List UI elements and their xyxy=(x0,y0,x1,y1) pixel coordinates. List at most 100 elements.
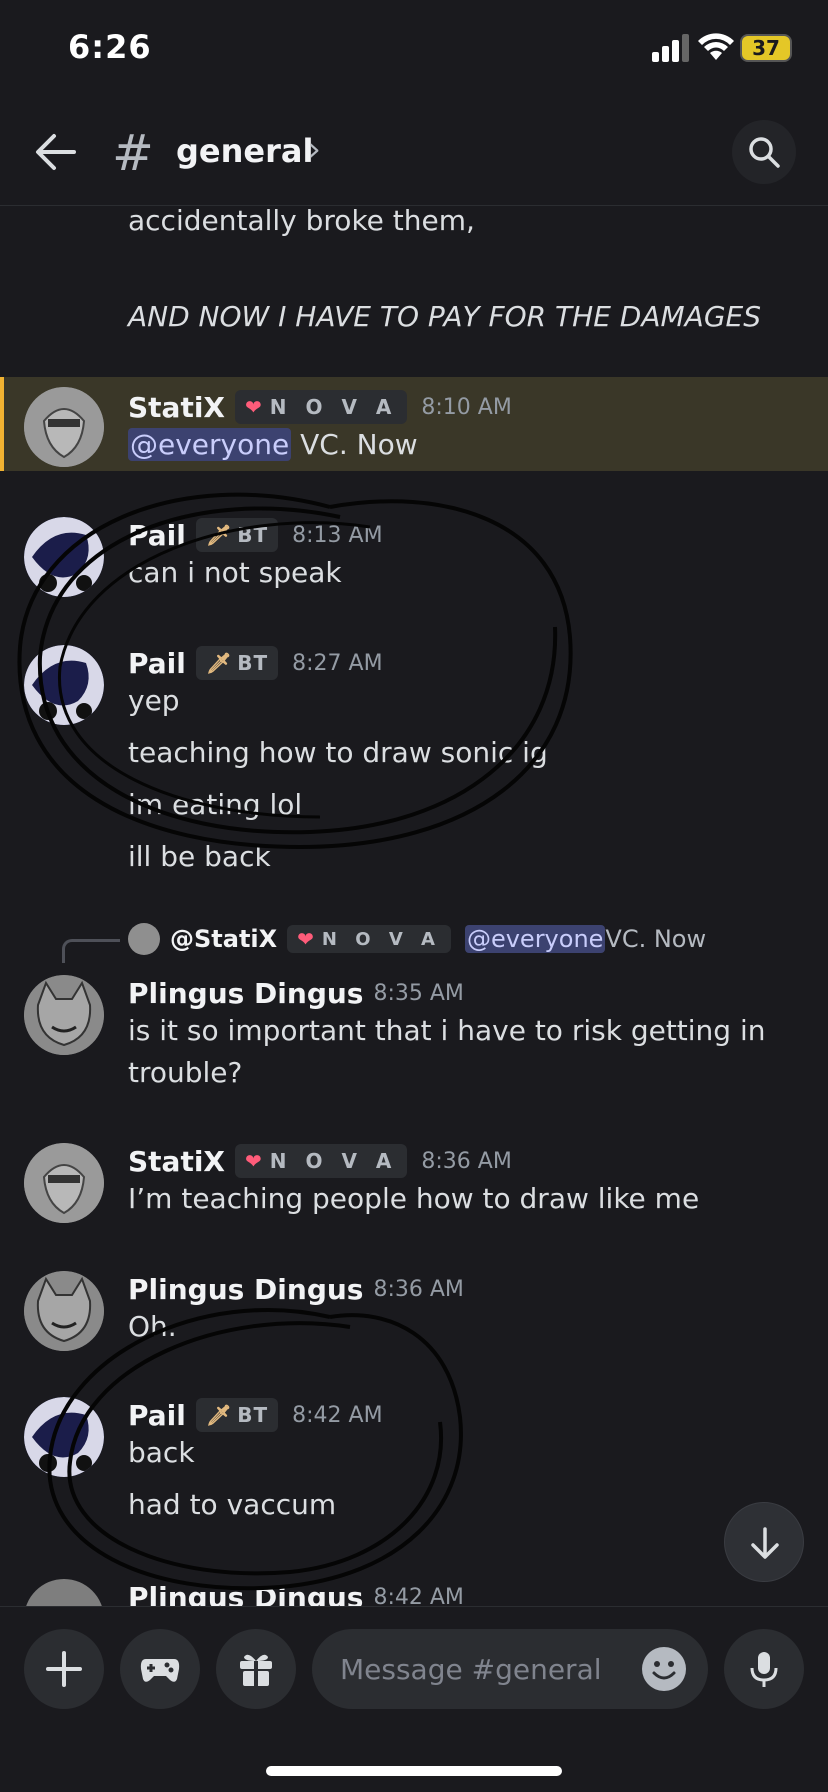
message-text: had to vaccum xyxy=(128,1488,337,1521)
author-name[interactable]: Pail xyxy=(128,519,186,552)
sword-icon: 🗡 xyxy=(205,523,232,547)
message-text: can i not speak xyxy=(128,556,342,589)
role-badge: 🗡 BT xyxy=(195,518,279,552)
heart-icon: ❤ xyxy=(245,395,262,419)
heart-icon: ❤ xyxy=(245,1149,262,1173)
message-text: teaching how to draw sonic ig xyxy=(128,736,548,769)
message-input-container[interactable] xyxy=(312,1629,708,1709)
avatar[interactable] xyxy=(24,1143,104,1223)
channel-hash-icon: # xyxy=(112,124,154,182)
message-timestamp: 8:36 AM xyxy=(421,1148,512,1174)
avatar-drawing-icon xyxy=(24,645,104,725)
badge-label: BT xyxy=(237,1403,269,1427)
avatar-drawing-icon xyxy=(24,975,104,1055)
message-text: AND NOW I HAVE TO PAY FOR THE DAMAGES xyxy=(128,300,761,333)
message-header: Pail 🗡 BT 8:13 AM xyxy=(128,515,383,555)
battery-level: 37 xyxy=(752,36,780,60)
gift-icon xyxy=(240,1654,272,1686)
voice-message-button[interactable] xyxy=(724,1629,804,1709)
message-header: Plingus Dingus 8:35 AM xyxy=(128,973,464,1013)
jump-to-latest-button[interactable] xyxy=(724,1502,804,1582)
author-name[interactable]: Pail xyxy=(128,647,186,680)
avatar[interactable] xyxy=(24,517,104,597)
message-text: ill be back xyxy=(128,840,271,873)
home-indicator[interactable] xyxy=(266,1766,562,1776)
reply-connector xyxy=(62,939,120,963)
role-badge: ❤ N O V A xyxy=(235,390,408,424)
badge-label: N O V A xyxy=(269,1149,398,1173)
author-name[interactable]: Pail xyxy=(128,1399,186,1432)
avatar[interactable] xyxy=(24,1271,104,1351)
avatar-drawing-icon xyxy=(24,517,104,597)
author-name[interactable]: StatiX xyxy=(128,391,225,424)
avatar[interactable] xyxy=(24,1397,104,1477)
avatar-drawing-icon xyxy=(24,1271,104,1351)
message-header: Plingus Dingus 8:42 AM xyxy=(128,1577,464,1608)
message-input[interactable] xyxy=(340,1645,630,1693)
author-name[interactable]: Plingus Dingus xyxy=(128,1581,363,1608)
message-body: VC. Now xyxy=(291,428,418,461)
avatar[interactable] xyxy=(24,1579,104,1607)
message-text: trouble? xyxy=(128,1056,243,1089)
mention-everyone[interactable]: @everyone xyxy=(128,428,292,461)
emoji-button[interactable] xyxy=(642,1647,686,1691)
message-timestamp: 8:42 AM xyxy=(292,1402,383,1428)
message-timestamp: 8:13 AM xyxy=(292,522,383,548)
badge-label: N O V A xyxy=(321,928,441,950)
back-arrow-icon[interactable] xyxy=(34,130,78,174)
message-timestamp: 8:35 AM xyxy=(373,980,464,1006)
message-text: yep xyxy=(128,684,180,717)
avatar-drawing-icon xyxy=(24,1143,104,1223)
avatar[interactable] xyxy=(24,387,104,467)
author-name[interactable]: Plingus Dingus xyxy=(128,1273,363,1306)
message-text: I’m teaching people how to draw like me xyxy=(128,1182,700,1215)
message-text: im eating lol xyxy=(128,788,303,821)
avatar-drawing-icon xyxy=(24,387,104,467)
message-header: StatiX ❤ N O V A 8:36 AM xyxy=(128,1141,512,1181)
activities-button[interactable] xyxy=(120,1629,200,1709)
role-badge: 🗡 BT xyxy=(195,646,279,680)
sword-icon: 🗡 xyxy=(205,1403,232,1427)
status-time: 6:26 xyxy=(68,28,152,66)
avatar-drawing-icon xyxy=(24,1397,104,1477)
message-header: Pail 🗡 BT 8:27 AM xyxy=(128,643,383,683)
message-timestamp: 8:36 AM xyxy=(373,1276,464,1302)
chevron-right-icon[interactable]: › xyxy=(308,130,321,168)
gift-button[interactable] xyxy=(216,1629,296,1709)
reply-avatar xyxy=(128,923,160,955)
message-timestamp: 8:10 AM xyxy=(421,394,512,420)
avatar[interactable] xyxy=(24,645,104,725)
role-badge: 🗡 BT xyxy=(195,1398,279,1432)
sword-icon: 🗡 xyxy=(205,651,232,675)
message-timestamp: 8:27 AM xyxy=(292,650,383,676)
reply-reference[interactable]: @StatiX ❤ N O V A @everyone VC. Now xyxy=(128,921,706,957)
message-text: @everyone VC. Now xyxy=(128,425,418,465)
add-attachment-button[interactable] xyxy=(24,1629,104,1709)
message-timestamp: 8:42 AM xyxy=(373,1584,464,1608)
smiley-icon xyxy=(652,1661,676,1680)
message-text: accidentally broke them, xyxy=(128,207,475,237)
message-header: Pail 🗡 BT 8:42 AM xyxy=(128,1395,383,1435)
microphone-icon xyxy=(750,1652,778,1687)
channel-header: # general › xyxy=(0,100,828,206)
author-name[interactable]: StatiX xyxy=(128,1145,225,1178)
mention-everyone: @everyone xyxy=(464,925,606,953)
message-list[interactable]: accidentally broke them, AND NOW I HAVE … xyxy=(0,207,828,1607)
avatar[interactable] xyxy=(24,975,104,1055)
reply-text: VC. Now xyxy=(605,925,707,953)
message-text: is it so important that i have to risk g… xyxy=(128,1014,766,1047)
author-name[interactable]: Plingus Dingus xyxy=(128,977,363,1010)
message-text: Oh. xyxy=(128,1310,177,1343)
wifi-icon xyxy=(698,33,734,60)
badge-label: BT xyxy=(237,651,269,675)
message-header: Plingus Dingus 8:36 AM xyxy=(128,1269,464,1309)
plus-icon xyxy=(46,1651,82,1687)
channel-name[interactable]: general xyxy=(176,132,313,170)
role-badge: ❤ N O V A xyxy=(235,1144,408,1178)
game-controller-icon xyxy=(140,1659,180,1682)
search-button[interactable] xyxy=(732,120,796,184)
badge-label: N O V A xyxy=(269,395,398,419)
status-bar: 6:26 37 xyxy=(0,0,828,100)
cellular-signal-icon xyxy=(652,34,689,62)
role-badge: ❤ N O V A xyxy=(287,925,451,953)
